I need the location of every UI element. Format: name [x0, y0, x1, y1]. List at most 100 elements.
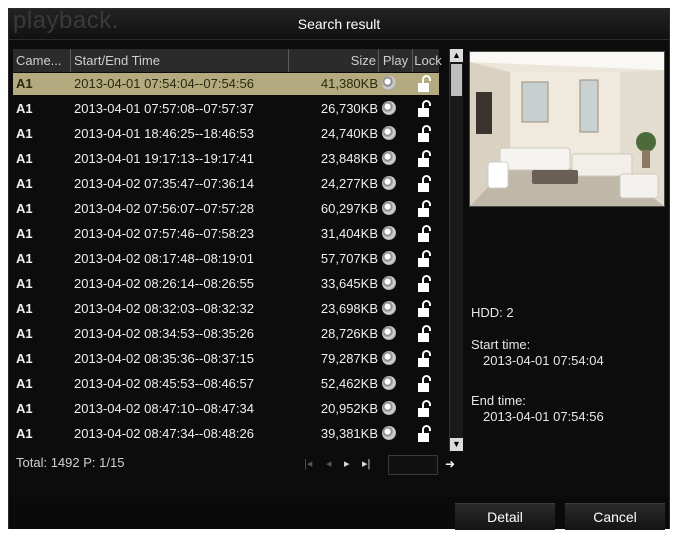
total-value: 1492	[50, 455, 80, 470]
row-time-range: 2013-04-02 08:45:53--08:46:57	[74, 376, 254, 391]
unlocked-padlock-icon[interactable]	[414, 398, 436, 420]
unlocked-padlock-icon[interactable]	[414, 373, 436, 395]
start-time-value: 2013-04-01 07:54:04	[483, 353, 604, 368]
table-row[interactable]: A1 2013-04-02 08:17:48--08:19:01 57,707KB	[13, 248, 439, 270]
unlocked-padlock-icon[interactable]	[414, 73, 436, 95]
row-camera: A1	[16, 351, 33, 366]
unlocked-padlock-icon[interactable]	[414, 273, 436, 295]
unlocked-padlock-icon[interactable]	[414, 98, 436, 120]
play-disc-icon[interactable]	[379, 148, 401, 170]
pager-controls: |◂ ◂ ▸ ▸|	[304, 457, 384, 471]
play-disc-icon[interactable]	[379, 373, 401, 395]
table-row[interactable]: A1 2013-04-02 08:32:03--08:32:32 23,698KB	[13, 298, 439, 320]
row-size: 23,698KB	[320, 301, 378, 316]
page-label: P:	[83, 455, 96, 470]
row-time-range: 2013-04-01 07:54:04--07:54:56	[74, 76, 254, 91]
table-row[interactable]: A1 2013-04-02 07:57:46--07:58:23 31,404KB	[13, 223, 439, 245]
table-scrollbar[interactable]: ▲ ▼	[449, 49, 463, 451]
total-label: Total:	[16, 455, 48, 470]
unlocked-padlock-icon[interactable]	[414, 198, 436, 220]
column-header-time[interactable]: Start/End Time	[71, 49, 289, 72]
row-size: 57,707KB	[320, 251, 378, 266]
column-header-camera[interactable]: Came...	[13, 49, 71, 72]
table-row[interactable]: A1 2013-04-01 07:54:04--07:54:56 41,380KB	[13, 73, 439, 95]
cancel-button[interactable]: Cancel	[565, 503, 665, 530]
column-header-lock[interactable]: Lock	[413, 49, 443, 72]
go-to-page-icon[interactable]: ➜	[441, 455, 459, 473]
row-camera: A1	[16, 276, 33, 291]
scroll-thumb[interactable]	[451, 64, 462, 96]
play-disc-icon[interactable]	[379, 98, 401, 120]
row-camera: A1	[16, 76, 33, 91]
table-row[interactable]: A1 2013-04-02 08:47:34--08:48:26 39,381KB	[13, 423, 439, 445]
table-header: Came... Start/End Time Size Play Lock	[13, 49, 442, 72]
row-camera: A1	[16, 151, 33, 166]
play-disc-icon[interactable]	[379, 398, 401, 420]
table-row[interactable]: A1 2013-04-02 08:34:53--08:35:26 28,726KB	[13, 323, 439, 345]
table-row[interactable]: A1 2013-04-01 18:46:25--18:46:53 24,740KB	[13, 123, 439, 145]
row-camera: A1	[16, 176, 33, 191]
row-camera: A1	[16, 201, 33, 216]
play-disc-icon[interactable]	[379, 223, 401, 245]
table-row[interactable]: A1 2013-04-02 08:26:14--08:26:55 33,645KB	[13, 273, 439, 295]
page-number-input[interactable]	[388, 455, 438, 475]
unlocked-padlock-icon[interactable]	[414, 123, 436, 145]
last-page-icon[interactable]: ▸|	[362, 457, 370, 470]
preview-room-image	[470, 52, 664, 206]
detail-button[interactable]: Detail	[455, 503, 555, 530]
table-row[interactable]: A1 2013-04-02 07:35:47--07:36:14 24,277KB	[13, 173, 439, 195]
play-disc-icon[interactable]	[379, 323, 401, 345]
hdd-label: HDD: 2	[471, 305, 514, 320]
unlocked-padlock-icon[interactable]	[414, 223, 436, 245]
title-bar: playback. Search result	[9, 7, 669, 40]
row-size: 31,404KB	[320, 226, 378, 241]
unlocked-padlock-icon[interactable]	[414, 423, 436, 445]
column-header-size[interactable]: Size	[289, 49, 379, 72]
play-disc-icon[interactable]	[379, 348, 401, 370]
row-size: 20,952KB	[320, 401, 378, 416]
table-row[interactable]: A1 2013-04-02 08:45:53--08:46:57 52,462KB	[13, 373, 439, 395]
play-disc-icon[interactable]	[379, 423, 401, 445]
row-time-range: 2013-04-01 18:46:25--18:46:53	[74, 126, 254, 141]
table-row[interactable]: A1 2013-04-02 08:47:10--08:47:34 20,952KB	[13, 398, 439, 420]
row-camera: A1	[16, 401, 33, 416]
unlocked-padlock-icon[interactable]	[414, 298, 436, 320]
row-time-range: 2013-04-02 08:34:53--08:35:26	[74, 326, 254, 341]
table-row[interactable]: A1 2013-04-01 07:57:08--07:57:37 26,730KB	[13, 98, 439, 120]
row-time-range: 2013-04-01 07:57:08--07:57:37	[74, 101, 254, 116]
play-disc-icon[interactable]	[379, 73, 401, 95]
play-disc-icon[interactable]	[379, 248, 401, 270]
row-size: 28,726KB	[320, 326, 378, 341]
row-time-range: 2013-04-02 07:35:47--07:36:14	[74, 176, 254, 191]
row-size: 33,645KB	[320, 276, 378, 291]
scroll-down-arrow-icon[interactable]: ▼	[450, 438, 463, 451]
play-disc-icon[interactable]	[379, 298, 401, 320]
row-time-range: 2013-04-02 07:57:46--07:58:23	[74, 226, 254, 241]
table-row[interactable]: A1 2013-04-01 19:17:13--19:17:41 23,848KB	[13, 148, 439, 170]
column-header-play[interactable]: Play	[379, 49, 413, 72]
table-row[interactable]: A1 2013-04-02 07:56:07--07:57:28 60,297KB	[13, 198, 439, 220]
row-time-range: 2013-04-02 08:47:10--08:47:34	[74, 401, 254, 416]
prev-page-icon[interactable]: ◂	[326, 457, 332, 470]
play-disc-icon[interactable]	[379, 273, 401, 295]
row-camera: A1	[16, 376, 33, 391]
row-time-range: 2013-04-02 08:35:36--08:37:15	[74, 351, 254, 366]
row-camera: A1	[16, 126, 33, 141]
first-page-icon[interactable]: |◂	[304, 457, 312, 470]
row-time-range: 2013-04-01 19:17:13--19:17:41	[74, 151, 254, 166]
play-disc-icon[interactable]	[379, 198, 401, 220]
next-page-icon[interactable]: ▸	[344, 457, 350, 470]
row-time-range: 2013-04-02 08:17:48--08:19:01	[74, 251, 254, 266]
unlocked-padlock-icon[interactable]	[414, 148, 436, 170]
unlocked-padlock-icon[interactable]	[414, 248, 436, 270]
play-disc-icon[interactable]	[379, 173, 401, 195]
unlocked-padlock-icon[interactable]	[414, 173, 436, 195]
row-time-range: 2013-04-02 08:32:03--08:32:32	[74, 301, 254, 316]
table-row[interactable]: A1 2013-04-02 08:35:36--08:37:15 79,287KB	[13, 348, 439, 370]
play-disc-icon[interactable]	[379, 123, 401, 145]
row-time-range: 2013-04-02 08:47:34--08:48:26	[74, 426, 254, 441]
scroll-up-arrow-icon[interactable]: ▲	[450, 49, 463, 62]
unlocked-padlock-icon[interactable]	[414, 348, 436, 370]
unlocked-padlock-icon[interactable]	[414, 323, 436, 345]
end-time-label: End time:	[471, 393, 526, 408]
